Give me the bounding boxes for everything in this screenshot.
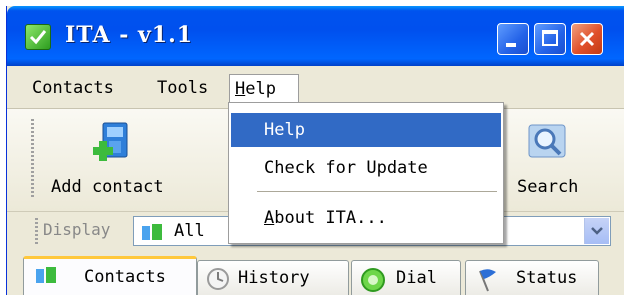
flag-icon [479,269,496,292]
menu-help-mnemonic: H [235,79,246,99]
menu-separator [257,191,497,193]
menu-item-help[interactable]: Help [231,113,501,147]
search-icon [528,124,566,158]
app-check-icon [25,24,51,50]
add-contact-icon [93,122,128,161]
toolbar-grip[interactable] [31,119,34,199]
clock-icon [207,268,229,290]
about-label-rest: bout ITA... [274,208,387,228]
title-bar[interactable]: ITA - v1.1 [7,6,624,66]
add-contact-label: Add contact [51,177,164,197]
menu-contacts[interactable]: Contacts [27,74,119,102]
display-grip[interactable] [35,218,38,244]
add-contact-button[interactable]: Add contact [49,119,189,205]
tab-dial[interactable]: Dial [351,260,461,295]
minimize-button[interactable] [497,23,529,55]
tab-contacts[interactable]: Contacts [23,256,197,295]
display-label: Display [43,220,111,239]
menu-item-check-for-update[interactable]: Check for Update [231,151,501,185]
menu-help-label-rest: elp [245,79,276,99]
tab-status-label: Status [516,268,578,288]
group-icon [142,224,162,240]
window-title: ITA - v1.1 [65,22,194,48]
help-menu-dropdown: Help Check for Update About ITA... [228,102,504,244]
display-selected-value: All [174,221,205,241]
dropdown-arrow-button[interactable] [584,218,609,244]
tab-contacts-label: Contacts [84,267,166,287]
about-mnemonic: A [264,208,275,228]
search-button[interactable]: Search [517,119,597,205]
dial-icon [361,268,385,292]
tab-status[interactable]: Status [465,260,599,295]
tab-bar: Contacts History Dial Status [7,252,624,295]
tab-dial-label: Dial [396,268,437,288]
close-button[interactable] [571,23,603,55]
chevron-down-icon [591,227,603,235]
close-icon [579,31,595,47]
search-label: Search [517,177,579,197]
tab-history-label: History [238,268,310,288]
maximize-button[interactable] [534,23,566,55]
menu-item-about[interactable]: About ITA... [231,201,501,235]
contacts-icon [36,267,56,283]
tab-history[interactable]: History [197,260,349,295]
menu-tools[interactable]: Tools [152,74,213,102]
